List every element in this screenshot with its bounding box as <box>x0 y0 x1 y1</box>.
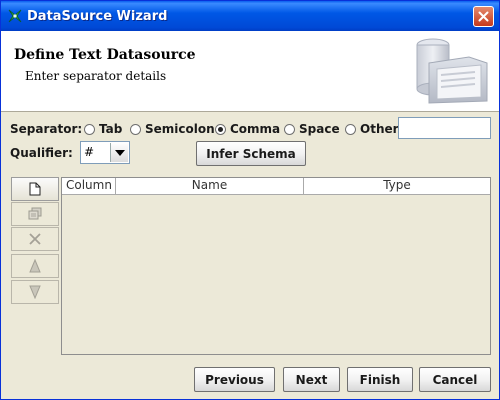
schema-table[interactable]: Column Name Type <box>61 177 491 355</box>
radio-comma-label: Comma <box>230 122 281 136</box>
other-separator-input[interactable] <box>398 117 491 139</box>
move-up-button[interactable] <box>11 254 59 278</box>
radio-space[interactable]: Space <box>284 121 340 137</box>
table-header: Column Name Type <box>62 178 490 195</box>
radio-semicolon-label: Semicolon <box>145 122 215 136</box>
column-header-type[interactable]: Type <box>304 178 490 194</box>
radio-other[interactable]: Other <box>345 121 399 137</box>
previous-button[interactable]: Previous <box>194 367 275 392</box>
radio-other-label: Other <box>360 122 399 136</box>
copy-column-button[interactable] <box>11 202 59 226</box>
radio-semicolon[interactable]: Semicolon <box>130 121 215 137</box>
wizard-header: Define Text Datasource Enter separator d… <box>1 31 499 112</box>
next-button[interactable]: Next <box>283 367 340 392</box>
close-icon <box>478 11 489 22</box>
move-up-icon <box>29 259 41 273</box>
close-button[interactable] <box>473 6 494 27</box>
radio-semicolon-indicator[interactable] <box>130 123 141 135</box>
datasource-wizard-window: DataSource Wizard Define Text Datasource… <box>0 0 500 400</box>
radio-comma-indicator[interactable] <box>215 123 226 135</box>
new-document-icon <box>29 182 41 196</box>
qualifier-select[interactable]: # <box>80 141 130 164</box>
page-title: Define Text Datasource <box>14 47 196 63</box>
radio-tab[interactable]: Tab <box>84 121 122 137</box>
wizard-app-icon <box>8 9 22 23</box>
radio-space-indicator[interactable] <box>284 123 295 135</box>
infer-schema-button[interactable]: Infer Schema <box>196 141 306 166</box>
title-bar[interactable]: DataSource Wizard <box>1 1 499 31</box>
window-title: DataSource Wizard <box>27 9 168 24</box>
radio-tab-indicator[interactable] <box>84 123 95 135</box>
cancel-button[interactable]: Cancel <box>419 367 491 392</box>
chevron-down-icon[interactable] <box>110 143 128 162</box>
datasource-folder-icon <box>416 38 488 104</box>
finish-button[interactable]: Finish <box>347 367 413 392</box>
qualifier-value: # <box>84 145 95 159</box>
column-header-name[interactable]: Name <box>116 178 304 194</box>
page-subtitle: Enter separator details <box>25 69 167 83</box>
new-column-button[interactable] <box>11 177 59 201</box>
move-down-button[interactable] <box>11 280 59 304</box>
radio-comma[interactable]: Comma <box>215 121 280 137</box>
delete-column-button[interactable] <box>11 227 59 251</box>
radio-tab-label: Tab <box>99 122 123 136</box>
delete-icon <box>29 233 41 245</box>
copy-icon <box>28 207 42 220</box>
column-header-column[interactable]: Column <box>62 178 116 194</box>
radio-other-indicator[interactable] <box>345 123 356 135</box>
qualifier-label: Qualifier: <box>10 146 73 160</box>
move-down-icon <box>29 285 41 299</box>
separator-label: Separator: <box>10 122 83 136</box>
radio-space-label: Space <box>299 122 340 136</box>
